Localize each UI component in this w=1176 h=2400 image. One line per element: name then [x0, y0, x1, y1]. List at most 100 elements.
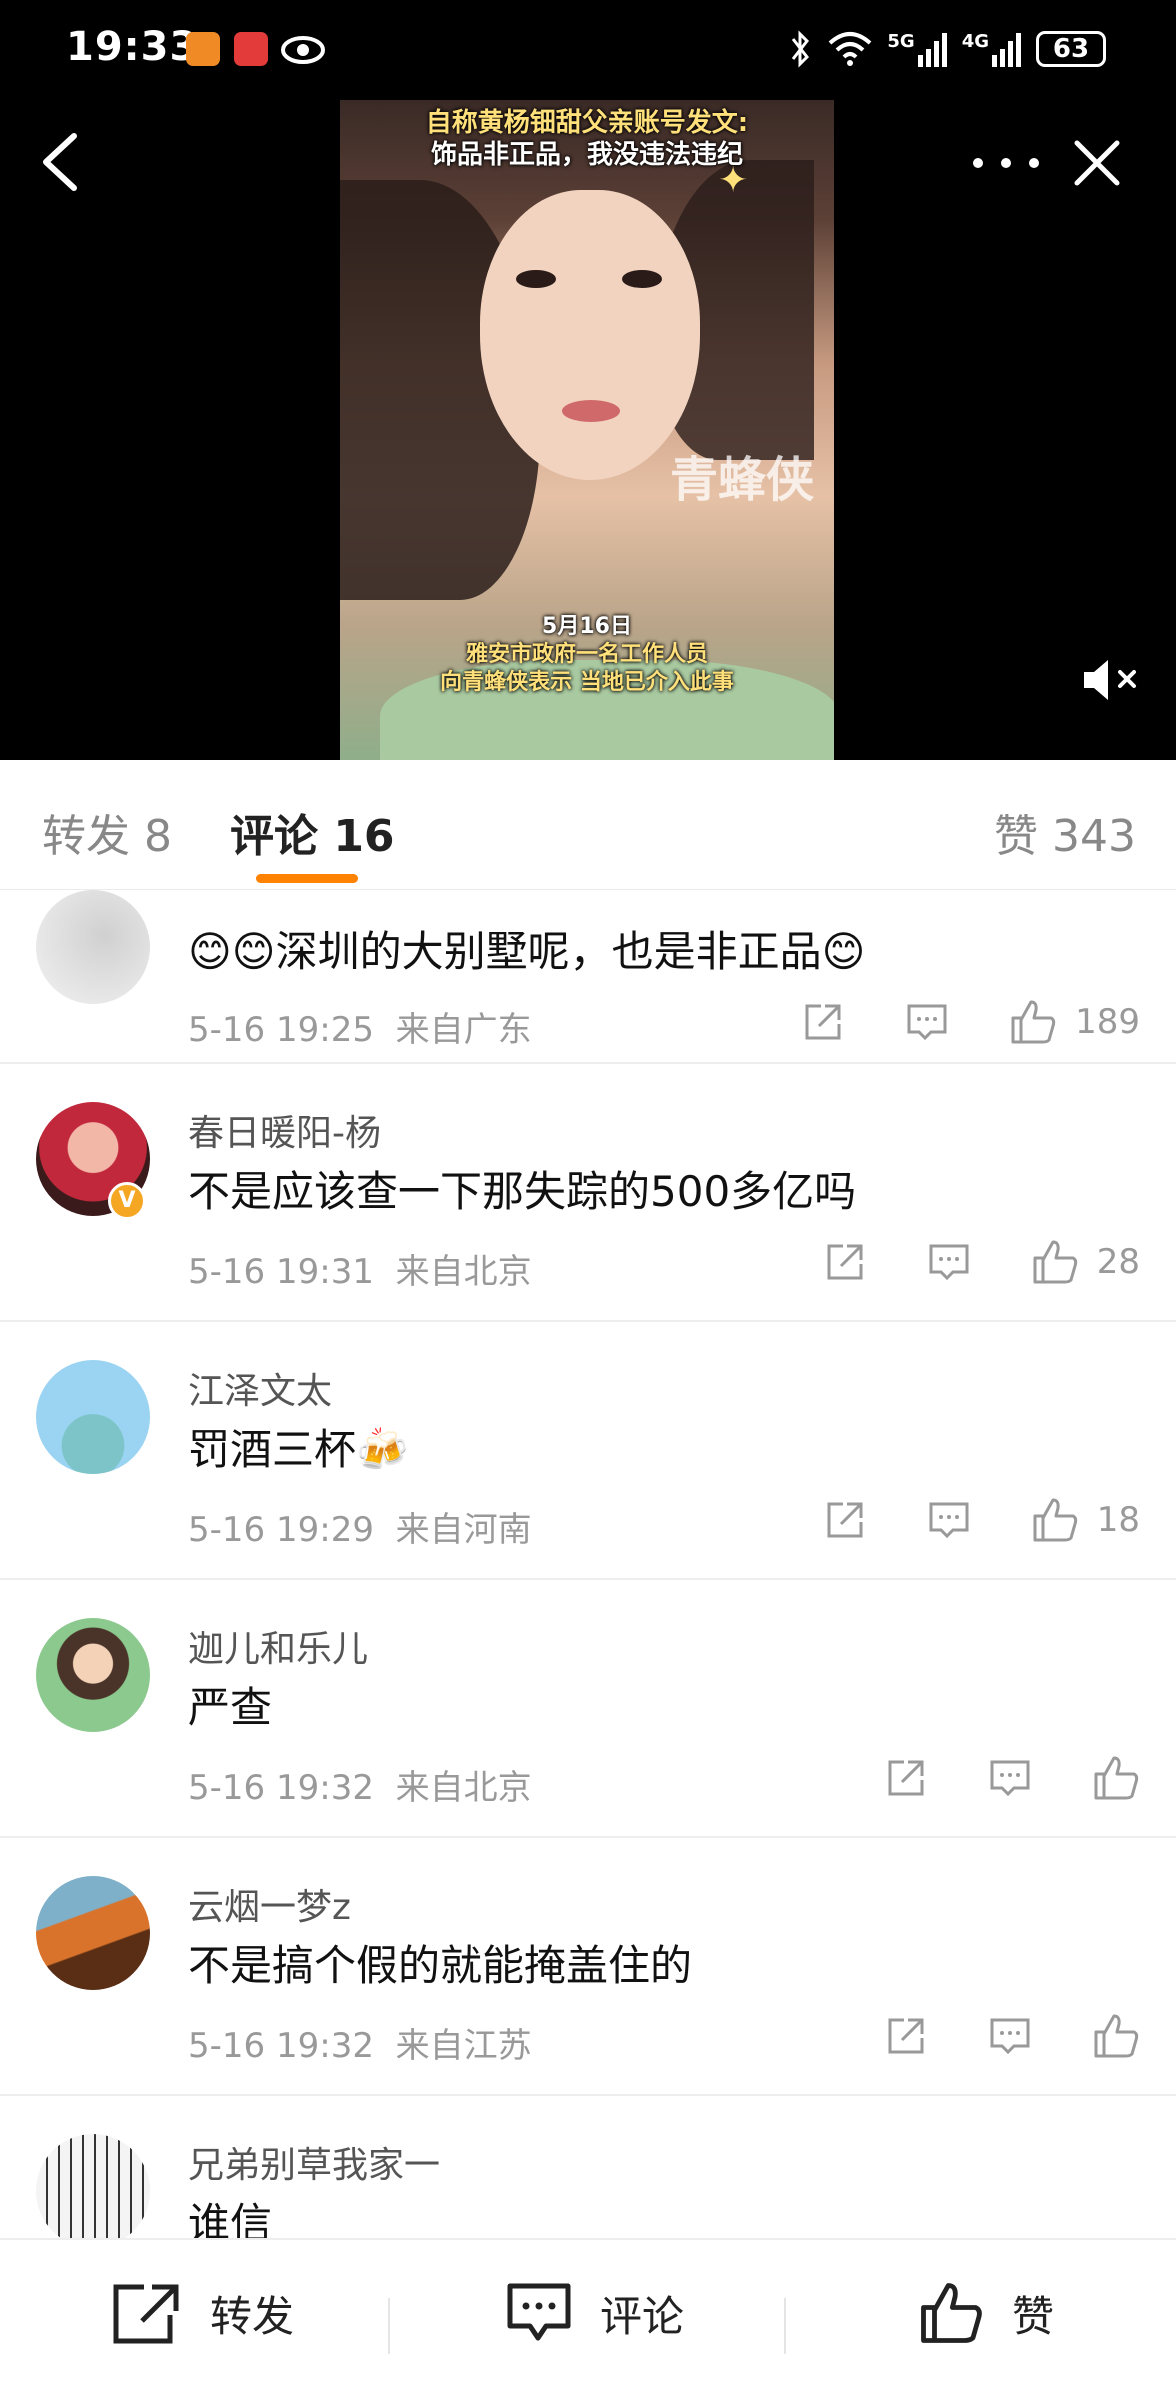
comment-location: 来自河南: [395, 1510, 532, 1550]
status-time: 19:33: [66, 24, 199, 70]
comment-meta: 5-16 19:29 来自河南: [188, 1502, 532, 1551]
comment-location: 来自北京: [395, 1252, 532, 1292]
comment-icon: [990, 2018, 1030, 2055]
comment-icon: [907, 1004, 947, 1041]
comment-meta: 5-16 19:32 来自江苏: [188, 2018, 532, 2067]
app-notification-icon: [186, 32, 220, 66]
comment-time: 5-16 19:29: [188, 1510, 374, 1550]
share-icon: [827, 1502, 863, 1538]
comment-button[interactable]: 评论: [506, 2278, 684, 2348]
comment-author[interactable]: 江泽文太: [188, 1362, 332, 1414]
video-thumbnail[interactable]: 自称黄杨钿甜父亲账号发文: 饰品非正品，我没违法违纪 ✦ 青蜂侠 5月16日 雅…: [340, 100, 834, 760]
comment-location: 来自江苏: [395, 2026, 532, 2066]
comment-like-button[interactable]: [1092, 2012, 1140, 2060]
comment-share-button[interactable]: [823, 1498, 867, 1542]
battery-indicator: 63: [1036, 31, 1106, 67]
comment-author[interactable]: 云烟一梦z: [188, 1878, 351, 1930]
comment-actions: 189: [741, 998, 1140, 1046]
bluetooth-icon: [792, 30, 810, 68]
avatar[interactable]: [36, 1360, 150, 1474]
comment-meta: 5-16 19:25 来自广东: [188, 1002, 532, 1051]
comment-time: 5-16 19:32: [188, 2026, 374, 2066]
comment-time: 5-16 19:31: [188, 1252, 374, 1292]
wifi-icon: [829, 32, 872, 66]
thumbs-up-icon: [1011, 1000, 1056, 1044]
share-icon: [805, 1004, 841, 1040]
like-label: 赞: [1012, 2291, 1055, 2341]
comment-actions: 18: [763, 1496, 1140, 1544]
signal-4g-icon: 4G: [962, 31, 1022, 67]
comment-item: 江泽文太 罚酒三杯🍻 5-16 19:29 来自河南 18: [0, 1322, 1176, 1580]
mute-icon[interactable]: [1080, 654, 1142, 706]
share-icon: [888, 1760, 924, 1796]
comment-share-button[interactable]: [884, 1756, 928, 1800]
more-options-icon[interactable]: [968, 150, 1044, 176]
signal-5g-icon: 5G: [887, 31, 947, 67]
comment-like-button[interactable]: 28: [1031, 1238, 1140, 1286]
comment-meta: 5-16 19:32 来自北京: [188, 1760, 532, 1809]
divider: [784, 2298, 786, 2354]
close-icon[interactable]: [1072, 138, 1122, 188]
comment-meta: 5-16 19:31 来自北京: [188, 1244, 532, 1293]
comment-text: 😊😊深圳的大别墅呢，也是非正品😊: [188, 927, 866, 976]
comment-like-button[interactable]: [1092, 1754, 1140, 1802]
bottom-action-bar: 转发 评论 赞: [0, 2238, 1176, 2400]
comment-text: 不是应该查一下那失踪的500多亿吗: [188, 1167, 857, 1216]
comment-icon: [990, 1760, 1030, 1797]
video-headline-2: 饰品非正品，我没违法违纪: [430, 140, 743, 170]
comment-icon: [929, 1502, 969, 1539]
comment-author[interactable]: 春日暖阳-杨: [188, 1104, 381, 1156]
comment-list[interactable]: 😊😊深圳的大别墅呢，也是非正品😊 5-16 19:25 来自广东 189 V 春…: [0, 890, 1176, 2238]
share-icon: [113, 2284, 179, 2344]
comment-item: 😊😊深圳的大别墅呢，也是非正品😊 5-16 19:25 来自广东 189: [0, 890, 1176, 1064]
verified-badge: V: [108, 1182, 146, 1220]
tab-repost[interactable]: 转发 8: [42, 800, 172, 864]
thumbs-up-icon: [1094, 2014, 1139, 2058]
comment-item: 兄弟别草我家一 谁信: [0, 2096, 1176, 2238]
comment-item: 迦儿和乐儿 严查 5-16 19:32 来自北京: [0, 1580, 1176, 1838]
comment-time: 5-16 19:25: [188, 1010, 374, 1050]
comment-reply-button[interactable]: [905, 1000, 949, 1044]
tab-likes[interactable]: 赞 343: [994, 800, 1136, 864]
share-icon: [827, 1244, 863, 1280]
comment-author[interactable]: 迦儿和乐儿: [188, 1620, 368, 1672]
video-watermark: 青蜂侠: [670, 452, 815, 508]
tab-bar: 转发 8 评论 16 赞 343: [0, 760, 1176, 890]
video-area: 19:33 5G 4G 63 自称黄杨钿甜父亲账号发文: 饰品非正品，我没违法违…: [0, 0, 1176, 760]
comment-label: 评论: [600, 2291, 685, 2341]
comment-text: 谁信: [188, 2199, 273, 2238]
status-icons: 5G 4G 63: [789, 26, 1106, 72]
repost-button[interactable]: 转发: [112, 2278, 294, 2348]
comment-share-button[interactable]: [801, 1000, 845, 1044]
avatar[interactable]: [36, 2134, 150, 2238]
comment-reply-button[interactable]: [927, 1240, 971, 1284]
comment-like-button[interactable]: 18: [1031, 1496, 1140, 1544]
comment-reply-button[interactable]: [927, 1498, 971, 1542]
comment-item: V 春日暖阳-杨 不是应该查一下那失踪的500多亿吗 5-16 19:31 来自…: [0, 1064, 1176, 1322]
comment-like-button[interactable]: 189: [1009, 998, 1140, 1046]
comment-icon: [929, 1244, 969, 1281]
comment-text: 罚酒三杯🍻: [188, 1425, 409, 1474]
sparkle-icon: ✦: [718, 160, 749, 201]
thumbs-up-icon: [1094, 1756, 1139, 1800]
comment-author[interactable]: 兄弟别草我家一: [188, 2136, 440, 2188]
avatar[interactable]: [36, 890, 150, 1004]
share-icon: [888, 2018, 924, 2054]
comment-share-button[interactable]: [823, 1240, 867, 1284]
comment-reply-button[interactable]: [988, 1756, 1032, 1800]
avatar[interactable]: [36, 1876, 150, 1990]
comment-share-button[interactable]: [884, 2014, 928, 2058]
app-notification-icon: [234, 32, 268, 66]
comment-reply-button[interactable]: [988, 2014, 1032, 2058]
video-caption-line: 向青蜂侠表示 当地已介入此事: [440, 670, 734, 695]
avatar[interactable]: [36, 1618, 150, 1732]
active-tab-indicator: [256, 874, 358, 883]
thumbs-up-icon: [1033, 1240, 1077, 1284]
like-button[interactable]: 赞: [918, 2278, 1054, 2348]
comment-location: 来自广东: [395, 1010, 532, 1050]
network-5g-label: 5G: [887, 31, 915, 52]
network-4g-label: 4G: [961, 31, 989, 52]
comment-icon: [507, 2283, 571, 2341]
back-arrow-icon[interactable]: [36, 130, 84, 194]
tab-comment[interactable]: 评论 16: [230, 800, 395, 864]
